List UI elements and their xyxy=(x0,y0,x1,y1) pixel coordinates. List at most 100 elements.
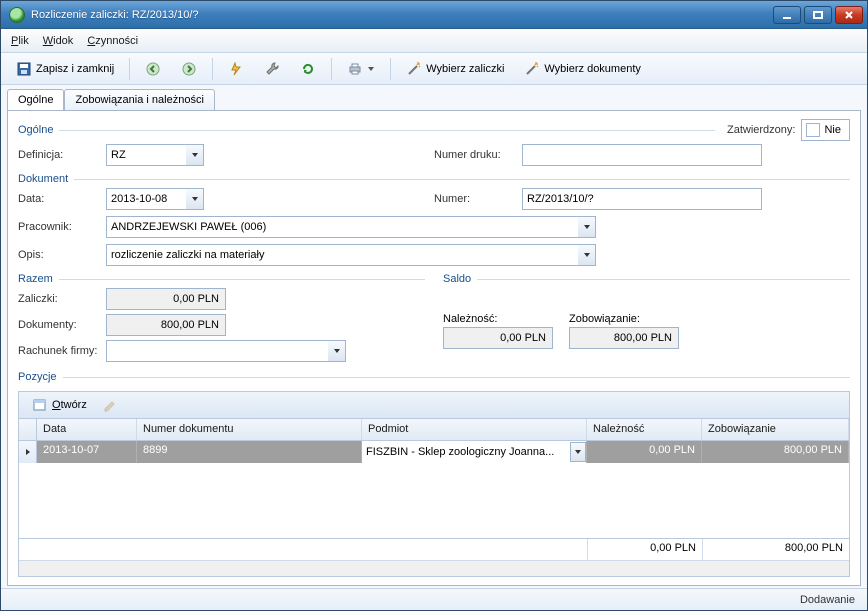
pracownik-dropdown[interactable] xyxy=(578,216,596,238)
grid-body[interactable]: 2013-10-07 8899 FISZBIN - Sklep zoologic… xyxy=(19,441,849,538)
cell-podmiot-text: FISZBIN - Sklep zoologiczny Joanna... xyxy=(366,446,570,458)
titlebar: Rozliczenie zaliczki: RZ/2013/10/? xyxy=(1,1,867,29)
maximize-button[interactable] xyxy=(804,6,832,24)
tool-1[interactable] xyxy=(221,57,251,81)
podmiot-dropdown[interactable] xyxy=(570,442,586,462)
cell-naleznosc: 0,00 PLN xyxy=(587,441,702,463)
wand-icon xyxy=(406,61,422,77)
numer-input[interactable] xyxy=(522,188,762,210)
total-zobowiazanie: 800,00 PLN xyxy=(702,539,849,560)
col-data[interactable]: Data xyxy=(37,419,137,440)
status-text: Dodawanie xyxy=(800,594,855,606)
row-selector[interactable] xyxy=(19,441,37,463)
opis-input[interactable] xyxy=(106,244,578,266)
dokumenty-label: Dokumenty: xyxy=(18,319,106,331)
cell-podmiot[interactable]: FISZBIN - Sklep zoologiczny Joanna... xyxy=(362,441,587,463)
col-zobowiazanie[interactable]: Zobowiązanie xyxy=(702,419,849,440)
opis-dropdown[interactable] xyxy=(578,244,596,266)
data-input[interactable] xyxy=(106,188,186,210)
tab-zobowiazania[interactable]: Zobowiązania i należności xyxy=(64,89,214,111)
grid-h-scroll[interactable] xyxy=(19,560,849,576)
row-selector-head xyxy=(19,419,37,440)
col-numer[interactable]: Numer dokumentu xyxy=(137,419,362,440)
group-dokument-legend: Dokument xyxy=(18,173,68,185)
cell-zobowiazanie: 800,00 PLN xyxy=(702,441,849,463)
arrow-left-icon xyxy=(145,61,161,77)
naleznosc-value xyxy=(443,327,553,349)
group-saldo-legend: Saldo xyxy=(443,273,471,285)
wybierz-zaliczki-label: Wybierz zaliczki xyxy=(426,63,504,75)
grid-header: Data Numer dokumentu Podmiot Należność Z… xyxy=(19,419,849,441)
opis-label: Opis: xyxy=(18,249,106,261)
chevron-down-icon xyxy=(367,61,375,77)
save-icon xyxy=(16,61,32,77)
wrench-icon xyxy=(264,61,280,77)
wybierz-dokumenty-label: Wybierz dokumenty xyxy=(544,63,641,75)
nav-back-button[interactable] xyxy=(138,57,168,81)
definicja-dropdown[interactable] xyxy=(186,144,204,166)
data-label: Data: xyxy=(18,193,106,205)
wybierz-dokumenty-button[interactable]: Wybierz dokumenty xyxy=(517,57,648,81)
save-close-button[interactable]: Zapisz i zamknij xyxy=(9,57,121,81)
tool-3[interactable] xyxy=(293,57,323,81)
edit-icon xyxy=(102,397,118,413)
col-podmiot[interactable]: Podmiot xyxy=(362,419,587,440)
statusbar: Dodawanie xyxy=(1,588,867,610)
zaliczki-value xyxy=(106,288,226,310)
numer-druku-input[interactable] xyxy=(522,144,762,166)
print-button[interactable] xyxy=(340,57,382,81)
rachunek-input[interactable] xyxy=(106,340,328,362)
menu-plik[interactable]: Plik xyxy=(11,35,29,47)
tab-ogolne[interactable]: Ogólne xyxy=(7,89,64,111)
menu-widok[interactable]: Widok xyxy=(43,35,74,47)
wybierz-zaliczki-button[interactable]: Wybierz zaliczki xyxy=(399,57,511,81)
pracownik-input[interactable] xyxy=(106,216,578,238)
wand-icon xyxy=(524,61,540,77)
pozycje-toolbar: Otwórz xyxy=(18,391,850,419)
group-ogolne-legend: Ogólne xyxy=(18,124,53,136)
numer-label: Numer: xyxy=(434,193,522,205)
col-naleznosc[interactable]: Należność xyxy=(587,419,702,440)
zobowiazanie-value xyxy=(569,327,679,349)
cell-data: 2013-10-07 xyxy=(37,441,137,463)
zatwierdzony-checkbox[interactable] xyxy=(806,123,820,137)
zatwierdzony-value: Nie xyxy=(824,124,841,136)
group-pozycje-legend: Pozycje xyxy=(18,371,57,383)
lightning-icon xyxy=(228,61,244,77)
table-row[interactable]: 2013-10-07 8899 FISZBIN - Sklep zoologic… xyxy=(19,441,849,463)
client-area: Ogólne Zobowiązania i należności Ogólne … xyxy=(1,85,867,588)
definicja-input[interactable] xyxy=(106,144,186,166)
toolbar: Zapisz i zamknij Wybierz zaliczki Wybier… xyxy=(1,53,867,85)
numer-druku-label: Numer druku: xyxy=(434,149,522,161)
minimize-button[interactable] xyxy=(773,6,801,24)
tool-2[interactable] xyxy=(257,57,287,81)
total-naleznosc: 0,00 PLN xyxy=(587,539,702,560)
tab-panel-ogolne: Ogólne Zatwierdzony: Nie Definicja: xyxy=(7,110,861,586)
data-dropdown[interactable] xyxy=(186,188,204,210)
printer-icon xyxy=(347,61,363,77)
definicja-label: Definicja: xyxy=(18,149,106,161)
tabstrip: Ogólne Zobowiązania i należności xyxy=(7,89,861,111)
window-title: Rozliczenie zaliczki: RZ/2013/10/? xyxy=(31,9,773,21)
window: Rozliczenie zaliczki: RZ/2013/10/? Plik … xyxy=(0,0,868,611)
otworz-label: Otwórz xyxy=(52,399,87,411)
group-razem-legend: Razem xyxy=(18,273,53,285)
rachunek-label: Rachunek firmy: xyxy=(18,345,106,357)
dokumenty-value xyxy=(106,314,226,336)
zatwierdzony-label: Zatwierdzony: xyxy=(727,124,795,136)
arrow-right-icon xyxy=(181,61,197,77)
refresh-icon xyxy=(300,61,316,77)
rachunek-dropdown[interactable] xyxy=(328,340,346,362)
grid-footer: 0,00 PLN 800,00 PLN xyxy=(19,538,849,560)
zobowiazanie-label: Zobowiązanie: xyxy=(569,313,679,325)
zaliczki-label: Zaliczki: xyxy=(18,293,106,305)
app-icon xyxy=(9,7,25,23)
pozycje-grid: Data Numer dokumentu Podmiot Należność Z… xyxy=(18,419,850,577)
cell-numer: 8899 xyxy=(137,441,362,463)
save-close-label: Zapisz i zamknij xyxy=(36,63,114,75)
close-button[interactable] xyxy=(835,6,863,24)
menu-czynnosci[interactable]: Czynności xyxy=(87,35,138,47)
otworz-button[interactable]: Otwórz xyxy=(25,393,94,417)
nav-fwd-button[interactable] xyxy=(174,57,204,81)
menubar: Plik Widok Czynności xyxy=(1,29,867,53)
